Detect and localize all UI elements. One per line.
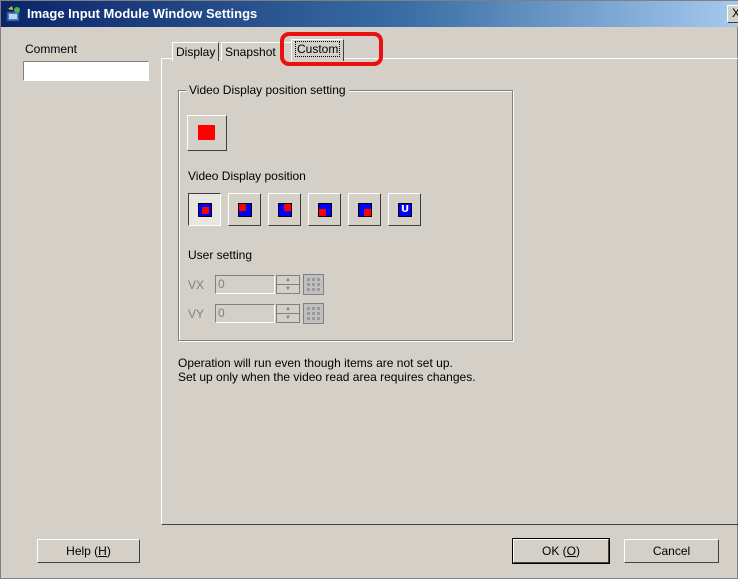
app-icon bbox=[6, 6, 20, 22]
cancel-button-label: Cancel bbox=[652, 544, 691, 558]
position-center-icon bbox=[198, 203, 212, 217]
vy-spinner[interactable]: ▲ ▼ bbox=[276, 304, 300, 323]
video-display-position-label: Video Display position bbox=[188, 169, 306, 183]
help-button-key: H bbox=[98, 544, 107, 558]
comment-label: Comment bbox=[25, 42, 78, 56]
window-title: Image Input Module Window Settings bbox=[27, 6, 258, 21]
vy-up-icon[interactable]: ▲ bbox=[277, 305, 299, 313]
position-center-button[interactable] bbox=[188, 193, 221, 226]
ok-button-label: OK ( bbox=[541, 544, 567, 558]
position-bottom-right-button[interactable] bbox=[348, 193, 381, 226]
video-display-button[interactable] bbox=[187, 115, 227, 151]
comment-input[interactable] bbox=[23, 61, 149, 81]
position-user-button[interactable]: U bbox=[388, 193, 421, 226]
vx-down-icon[interactable]: ▼ bbox=[277, 284, 299, 293]
vy-input[interactable]: 0 bbox=[215, 304, 275, 323]
vy-keypad-icon[interactable] bbox=[303, 303, 324, 324]
tab-custom-label: Custom bbox=[295, 41, 341, 57]
vy-down-icon[interactable]: ▼ bbox=[277, 313, 299, 322]
help-button[interactable]: Help (H) bbox=[37, 539, 140, 563]
ok-button-key: O bbox=[566, 544, 576, 558]
group-title: Video Display position setting bbox=[186, 83, 349, 97]
help-button-label: Help ( bbox=[66, 544, 99, 558]
vx-input[interactable]: 0 bbox=[215, 275, 275, 294]
position-bottom-left-icon bbox=[318, 203, 332, 217]
position-bottom-right-icon bbox=[358, 203, 372, 217]
position-top-left-icon bbox=[238, 203, 252, 217]
position-user-icon: U bbox=[398, 203, 412, 217]
position-top-right-icon bbox=[278, 203, 292, 217]
user-setting-label: User setting bbox=[188, 248, 253, 262]
tab-custom[interactable]: Custom bbox=[291, 39, 345, 61]
tab-snapshot-label: Snapshot bbox=[225, 45, 276, 59]
dialog-window: Image Input Module Window Settings X Com… bbox=[0, 0, 738, 579]
red-square-icon bbox=[198, 125, 215, 140]
info-note-line-1: Operation will run even though items are… bbox=[178, 356, 453, 370]
vx-spinner[interactable]: ▲ ▼ bbox=[276, 275, 300, 294]
vx-label: VX bbox=[188, 278, 205, 292]
tab-display[interactable]: Display bbox=[172, 42, 220, 61]
vx-up-icon[interactable]: ▲ bbox=[277, 276, 299, 284]
vx-keypad-icon[interactable] bbox=[303, 274, 324, 295]
help-button-close: ) bbox=[106, 544, 111, 558]
info-note-line-2: Set up only when the video read area req… bbox=[178, 370, 476, 384]
ok-button[interactable]: OK (O) bbox=[512, 538, 610, 564]
position-top-left-button[interactable] bbox=[228, 193, 261, 226]
position-top-right-button[interactable] bbox=[268, 193, 301, 226]
ok-button-close: ) bbox=[576, 544, 580, 558]
title-bar[interactable]: Image Input Module Window Settings X bbox=[1, 1, 738, 27]
position-bottom-left-button[interactable] bbox=[308, 193, 341, 226]
tab-snapshot[interactable]: Snapshot bbox=[221, 42, 295, 61]
tab-display-label: Display bbox=[176, 45, 216, 59]
close-icon[interactable]: X bbox=[727, 5, 738, 23]
info-note: Operation will run even though items are… bbox=[178, 356, 476, 384]
vy-label: VY bbox=[188, 307, 205, 321]
cancel-button[interactable]: Cancel bbox=[624, 539, 719, 563]
